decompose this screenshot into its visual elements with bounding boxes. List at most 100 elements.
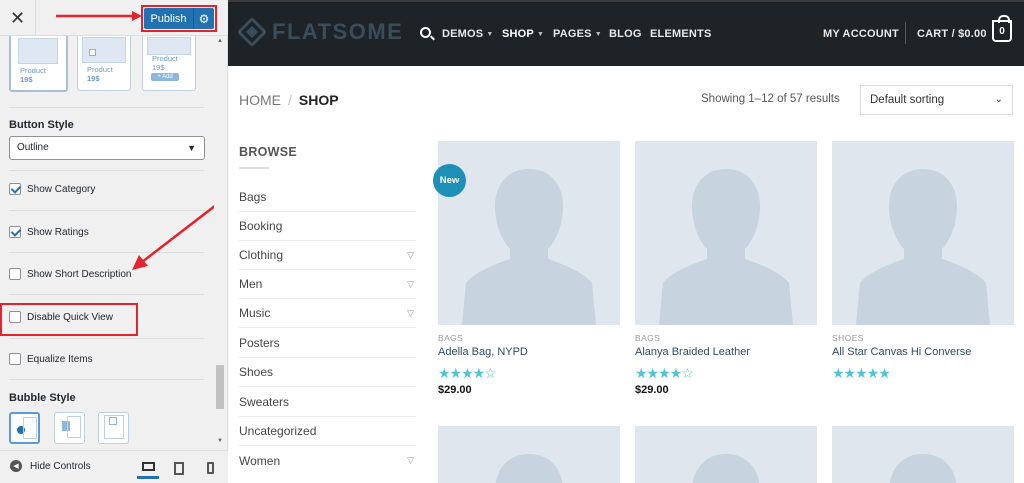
show-short-description-checkbox[interactable]: [9, 268, 21, 280]
card-price: 19$: [87, 74, 100, 83]
publish-label[interactable]: Publish: [144, 8, 194, 29]
category-clothing[interactable]: Clothing ▽: [239, 241, 416, 270]
chevron-down-icon: ▼: [187, 143, 196, 153]
sorting-select[interactable]: Default sorting ⌄: [860, 85, 1013, 115]
product-card[interactable]: BAGS Adella Bag, NYPD ★★★★☆ $29.00: [438, 141, 620, 396]
person-placeholder-icon: [659, 169, 793, 325]
nav-shop[interactable]: SHOP ▼: [502, 28, 544, 40]
product-style-card-2[interactable]: Product 19$: [77, 36, 131, 91]
scroll-thumb[interactable]: [216, 365, 224, 409]
sorting-value: Default sorting: [870, 94, 945, 106]
product-style-card-3[interactable]: Product 19$ + Add: [142, 36, 196, 91]
product-category[interactable]: BAGS: [438, 333, 463, 343]
category-bags[interactable]: Bags: [239, 183, 416, 212]
search-icon[interactable]: [420, 27, 435, 41]
sidebar-scrollbar[interactable]: ▲ ▼: [215, 36, 225, 450]
product-image[interactable]: [635, 141, 817, 325]
show-category-checkbox-row[interactable]: Show Category: [9, 182, 95, 196]
breadcrumb-separator: /: [288, 92, 292, 108]
show-short-description-checkbox-row[interactable]: Show Short Description: [9, 267, 132, 281]
chevron-down-icon[interactable]: ▽: [407, 279, 414, 290]
product-image[interactable]: [635, 426, 817, 483]
chevron-down-icon[interactable]: ▽: [407, 250, 414, 261]
nav-blog[interactable]: BLOG: [609, 28, 642, 40]
my-account-link[interactable]: MY ACCOUNT: [823, 28, 899, 40]
tablet-preview-button[interactable]: [168, 457, 190, 479]
product-image[interactable]: [832, 426, 1014, 483]
category-label: Uncategorized: [239, 424, 317, 438]
bubble-style-title: Bubble Style: [9, 392, 76, 404]
customizer-sidebar: ✕ Publish ⚙ Product 19$ Product 19$ Prod…: [0, 0, 228, 483]
nav-pages[interactable]: PAGES ▼: [553, 28, 602, 40]
bubble-style-square-option[interactable]: [54, 412, 85, 444]
gear-icon[interactable]: ⚙: [194, 8, 214, 29]
scroll-up-arrow[interactable]: ▲: [217, 38, 223, 44]
star-rating: ★★★★★: [832, 365, 891, 381]
nav-demos-label: DEMOS: [442, 28, 484, 40]
product-card[interactable]: SHOES All Star Canvas Hi Converse ★★★★★: [832, 141, 1014, 381]
chevron-down-icon[interactable]: ▽: [407, 455, 414, 466]
bubble-style-frame-option[interactable]: [98, 412, 129, 444]
equalize-items-label: Equalize Items: [27, 353, 93, 365]
product-card[interactable]: BAGS Alanya Braided Leather ★★★★☆ $29.00: [635, 141, 817, 396]
category-music[interactable]: Music ▽: [239, 299, 416, 328]
button-style-select[interactable]: Outline ▼: [9, 136, 205, 160]
category-men[interactable]: Men ▽: [239, 270, 416, 299]
image-icon: [89, 49, 96, 56]
product-name[interactable]: All Star Canvas Hi Converse: [832, 346, 971, 358]
cart-label: CART / $0.00: [917, 28, 987, 40]
category-label: Shoes: [239, 365, 274, 379]
category-women[interactable]: Women ▽: [239, 446, 416, 475]
nav-elements[interactable]: ELEMENTS: [650, 28, 712, 40]
chevron-down-icon: ⌄: [994, 94, 1003, 105]
customizer-footer: ◀ Hide Controls: [0, 450, 228, 483]
category-uncategorized[interactable]: Uncategorized: [239, 417, 416, 446]
divider: [9, 379, 204, 380]
category-booking[interactable]: Booking: [239, 212, 416, 241]
divider: [9, 338, 204, 339]
category-posters[interactable]: Posters: [239, 329, 416, 358]
divider: [9, 107, 204, 108]
logo-icon: [238, 18, 266, 46]
card-add-button: + Add: [151, 73, 179, 81]
person-placeholder-icon: [495, 454, 563, 483]
nav-demos[interactable]: DEMOS ▼: [442, 28, 493, 40]
card-price: 19$: [152, 63, 165, 72]
product-category[interactable]: BAGS: [635, 333, 660, 343]
disable-quick-view-checkbox[interactable]: [9, 311, 21, 323]
new-badge: New: [433, 164, 466, 197]
browse-title: BROWSE: [239, 145, 298, 159]
chevron-down-icon[interactable]: ▽: [407, 308, 414, 319]
product-category[interactable]: SHOES: [832, 333, 864, 343]
product-name[interactable]: Adella Bag, NYPD: [438, 346, 528, 358]
mobile-preview-button[interactable]: [199, 457, 221, 479]
customizer-header: ✕ Publish ⚙: [0, 0, 228, 36]
scroll-down-arrow[interactable]: ▼: [217, 438, 223, 444]
site-logo[interactable]: FLATSOME: [238, 18, 403, 46]
breadcrumb-home[interactable]: HOME: [239, 92, 281, 108]
product-image[interactable]: [832, 141, 1014, 325]
show-ratings-checkbox-row[interactable]: Show Ratings: [9, 225, 89, 239]
category-sweaters[interactable]: Sweaters: [239, 388, 416, 417]
card-label: Product: [152, 54, 178, 63]
cart-link[interactable]: CART / $0.00: [917, 28, 987, 40]
product-image[interactable]: [438, 426, 620, 483]
product-name[interactable]: Alanya Braided Leather: [635, 346, 750, 358]
show-category-checkbox[interactable]: [9, 183, 21, 195]
close-customizer-button[interactable]: ✕: [0, 0, 36, 36]
product-style-card-1[interactable]: Product 19$: [9, 36, 68, 92]
annotation-arrow: [132, 205, 214, 270]
hide-controls-button[interactable]: ◀ Hide Controls: [10, 460, 91, 472]
chevron-down-icon: ▼: [594, 30, 602, 38]
bubble-style-circle-option[interactable]: [9, 412, 40, 444]
show-ratings-checkbox[interactable]: [9, 226, 21, 238]
product-image[interactable]: [438, 141, 620, 325]
disable-quick-view-checkbox-row[interactable]: Disable Quick View: [9, 310, 113, 324]
equalize-items-checkbox-row[interactable]: Equalize Items: [9, 352, 93, 366]
category-label: Clothing: [239, 248, 284, 262]
cart-icon[interactable]: 0: [992, 15, 1012, 42]
publish-button[interactable]: Publish ⚙: [144, 8, 214, 29]
category-shoes[interactable]: Shoes: [239, 358, 416, 387]
desktop-preview-button[interactable]: [137, 457, 159, 479]
equalize-items-checkbox[interactable]: [9, 353, 21, 365]
